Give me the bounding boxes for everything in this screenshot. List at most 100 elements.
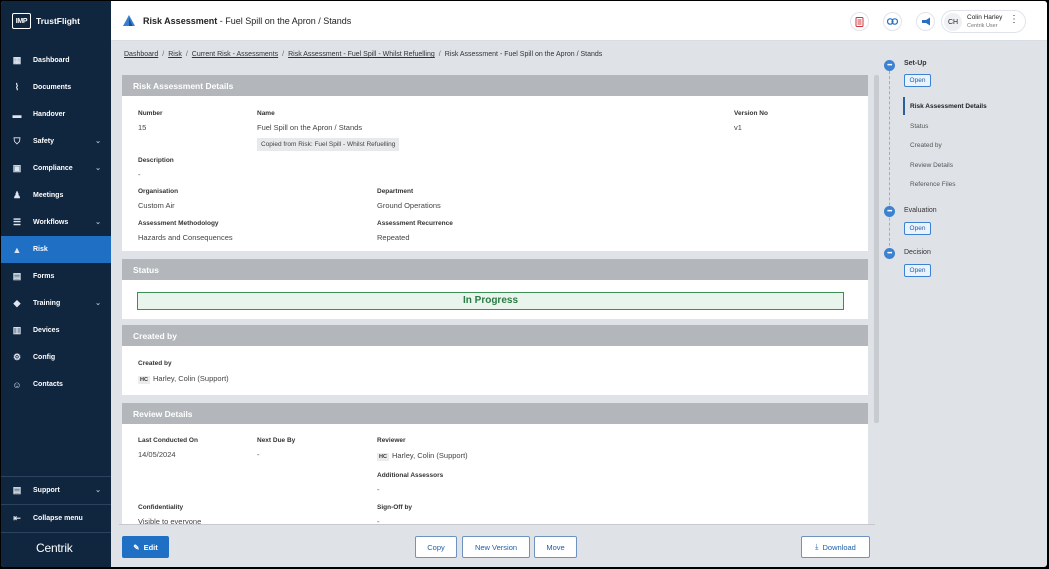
link-button[interactable]	[883, 12, 902, 31]
breadcrumb: Dashboard / Risk / Current Risk - Assessment…	[124, 51, 603, 58]
created-by-name: Harley, Colin (Support)	[152, 374, 229, 383]
step-decision-status[interactable]: Open	[904, 264, 931, 277]
step-evaluation-title[interactable]: Evaluation	[904, 207, 937, 214]
step-link-details[interactable]: Risk Assessment Details	[910, 103, 987, 110]
details-card: Risk Assessment Details Number 15 Name F…	[122, 75, 868, 251]
edit-icon: ✎	[133, 542, 140, 552]
reviewer-name: Harley, Colin (Support)	[391, 451, 468, 460]
next-due-label: Next Due By	[257, 437, 296, 444]
sidebar-item-support[interactable]: ▤ Support ⌄	[1, 477, 111, 504]
signoff-label: Sign-Off by	[377, 504, 413, 511]
sidebar-item-label: Handover	[33, 111, 66, 118]
sidebar-item-label: Documents	[33, 84, 72, 91]
breadcrumb-link[interactable]: Current Risk - Assessments	[192, 51, 278, 58]
config-icon: ⚙	[12, 352, 22, 362]
organisation-value: Custom Air	[138, 201, 175, 210]
more-vertical-icon[interactable]: ⋮	[1009, 14, 1019, 25]
new-version-button[interactable]: New Version	[462, 536, 530, 558]
user-menu[interactable]: CH Colin Harley Centrik User ⋮	[941, 10, 1026, 33]
created-by-label: Created by	[138, 360, 172, 367]
sidebar-divider	[1, 532, 111, 533]
step-link-review[interactable]: Review Details	[910, 162, 953, 169]
version-value: v1	[734, 123, 742, 132]
move-button[interactable]: Move	[534, 536, 577, 558]
status-badge: In Progress	[137, 292, 844, 310]
step-evaluation-status[interactable]: Open	[904, 222, 931, 235]
ellipsis-icon: •••	[884, 206, 895, 217]
user-name: Colin Harley	[967, 14, 1003, 21]
sidebar-item-compliance[interactable]: ▣ Compliance ⌄	[1, 155, 111, 182]
brand-name: TrustFlight	[36, 16, 80, 26]
sidebar-item-label: Meetings	[33, 192, 64, 199]
step-link-reference-files[interactable]: Reference Files	[910, 181, 956, 188]
step-decision-title[interactable]: Decision	[904, 249, 931, 256]
copy-button[interactable]: Copy	[415, 536, 457, 558]
document-button[interactable]	[850, 12, 869, 31]
sidebar-item-meetings[interactable]: ♟ Meetings	[1, 182, 111, 209]
sidebar-item-documents[interactable]: ⌇ Documents	[1, 74, 111, 101]
devices-icon: ▥	[12, 325, 22, 335]
last-conducted-value: 14/05/2024	[138, 450, 176, 459]
sidebar-item-handover[interactable]: ▬ Handover	[1, 101, 111, 128]
handover-icon: ▬	[12, 109, 22, 120]
sidebar-item-devices[interactable]: ▥ Devices	[1, 317, 111, 344]
sidebar-item-label: Support	[33, 487, 60, 494]
chevron-down-icon: ⌄	[95, 219, 101, 226]
breadcrumb-link[interactable]: Risk Assessment - Fuel Spill - Whilst Re…	[288, 51, 435, 58]
sidebar-item-contacts[interactable]: ☺ Contacts	[1, 371, 111, 398]
breadcrumb-link[interactable]: Dashboard	[124, 51, 158, 58]
step-setup-status[interactable]: Open	[904, 74, 931, 87]
main-content[interactable]: Risk Assessment Details Number 15 Name F…	[122, 75, 869, 525]
brand-logo[interactable]: IMP TrustFlight	[12, 13, 80, 29]
footer-divider	[119, 524, 875, 525]
scrollbar[interactable]	[874, 75, 879, 423]
centrik-logo: Centrik	[36, 541, 73, 555]
paperclip-icon: ⌇	[14, 82, 20, 92]
user-role: Centrik User	[967, 23, 998, 29]
reviewer-label: Reviewer	[377, 437, 406, 444]
reviewer-value: HC Harley, Colin (Support)	[377, 451, 468, 461]
created-by-card: Created by Created by HC Harley, Colin (S…	[122, 325, 868, 395]
ellipsis-icon: •••	[884, 248, 895, 259]
download-button[interactable]: ⤓ Download	[801, 536, 870, 558]
top-header: Risk Assessment - Fuel Spill on the Apro…	[111, 1, 1047, 41]
breadcrumb-link[interactable]: Risk	[168, 51, 182, 58]
announcements-button[interactable]	[916, 12, 935, 31]
avatar: CH	[944, 13, 962, 31]
sidebar-item-label: Training	[33, 300, 61, 307]
edit-button[interactable]: ✎ Edit	[122, 536, 169, 558]
ellipsis-icon: •••	[884, 60, 895, 71]
sidebar-item-forms[interactable]: ▤ Forms	[1, 263, 111, 290]
document-icon	[855, 16, 864, 27]
sidebar-item-dashboard[interactable]: ▦ Dashboard	[1, 47, 111, 74]
chevron-down-icon: ⌄	[95, 138, 101, 145]
contacts-icon: ☺	[12, 379, 22, 390]
sidebar: IMP TrustFlight ▦ Dashboard ⌇ Documents ▬ Han…	[1, 1, 111, 567]
sidebar-nav: ▦ Dashboard ⌇ Documents ▬ Handover ⛉ Safety ⌄ ▣ Co…	[1, 47, 111, 398]
sidebar-item-safety[interactable]: ⛉ Safety ⌄	[1, 128, 111, 155]
name-label: Name	[257, 110, 275, 117]
sidebar-item-label: Forms	[33, 273, 55, 280]
stepper-line	[889, 66, 890, 256]
forms-icon: ▤	[12, 271, 22, 281]
dashboard-icon: ▦	[12, 55, 22, 65]
copied-from-badge[interactable]: Copied from Risk: Fuel Spill - Whilst Re…	[257, 138, 400, 151]
last-conducted-label: Last Conducted On	[138, 437, 198, 444]
workflows-icon: ☰	[12, 217, 22, 227]
recurrence-value: Repeated	[377, 233, 410, 242]
page-title: Risk Assessment - Fuel Spill on the Apro…	[143, 16, 351, 26]
organisation-label: Organisation	[138, 188, 179, 195]
step-setup-title[interactable]: Set-Up	[904, 60, 927, 67]
meetings-icon: ♟	[12, 190, 22, 200]
sidebar-item-config[interactable]: ⚙ Config	[1, 344, 111, 371]
step-link-created-by[interactable]: Created by	[910, 142, 942, 149]
step-link-status[interactable]: Status	[910, 123, 928, 130]
recurrence-label: Assessment Recurrence	[377, 220, 453, 227]
section-heading: Review Details	[122, 403, 868, 424]
sidebar-item-training[interactable]: ◆ Training ⌄	[1, 290, 111, 317]
methodology-label: Assessment Methodology	[138, 220, 219, 227]
next-due-value: -	[257, 450, 260, 459]
sidebar-item-risk[interactable]: ▲ Risk	[1, 236, 111, 263]
collapse-menu-button[interactable]: ⇤ Collapse menu	[1, 505, 111, 532]
sidebar-item-workflows[interactable]: ☰ Workflows ⌄	[1, 209, 111, 236]
